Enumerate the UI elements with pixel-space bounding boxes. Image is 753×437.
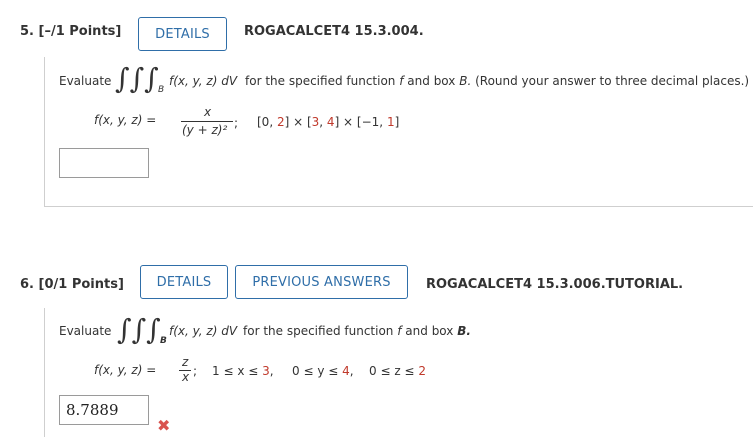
question-5-header: 5. [–/1 Points] DETAILS ROGACALCET4 15.3… <box>0 5 753 57</box>
q5-fraction-bar <box>181 121 233 122</box>
x-mark-icon: ✖ <box>157 416 171 435</box>
q6-function-lhs: f(x, y, z) = <box>94 363 157 377</box>
q6-details-button[interactable]: DETAILS <box>140 265 228 299</box>
q5-panel-bottom-border <box>44 206 753 207</box>
question-6-points: 6. [0/1 Points] <box>20 277 124 292</box>
q5-details-button[interactable]: DETAILS <box>138 17 227 51</box>
svg-text:B: B <box>160 336 167 346</box>
q6-range-y: 0 ≤ y ≤ 4, <box>292 364 354 378</box>
svg-text:∫∫∫: ∫∫∫ <box>115 62 159 95</box>
q5-semicolon: ; <box>234 116 239 130</box>
q5-fraction-denominator: (y + z)² <box>182 123 228 137</box>
triple-integral-symbol-q6: ∫∫∫ B <box>117 313 167 346</box>
q6-previous-answers-button[interactable]: PREVIOUS ANSWERS <box>235 265 408 299</box>
q5-answer-input[interactable] <box>59 148 149 178</box>
question-5-points: 5. [–/1 Points] <box>20 24 122 39</box>
q6-integrand: f(x, y, z) dV <box>169 324 238 338</box>
q5-function-lhs: f(x, y, z) = <box>94 113 157 127</box>
q6-instruction: for the specified function f and box B. <box>243 324 471 338</box>
question-6-panel: Evaluate ∫∫∫ B f(x, y, z) dV for the spe… <box>44 308 753 437</box>
svg-text:B: B <box>158 85 164 95</box>
svg-text:∫∫∫: ∫∫∫ <box>117 313 161 346</box>
triple-integral-symbol: ∫∫∫ B <box>115 62 164 95</box>
q6-fraction-numerator: z <box>182 355 189 369</box>
question-6-header: 6. [0/1 Points] DETAILS PREVIOUS ANSWERS… <box>0 257 753 309</box>
q5-instruction: for the specified function f and box B. … <box>245 74 750 88</box>
q5-problem-code: ROGACALCET4 15.3.004. <box>244 24 424 39</box>
q5-fraction-numerator: x <box>204 105 212 119</box>
q5-integrand: f(x, y, z) dV <box>169 74 238 88</box>
q6-semicolon: ; <box>193 364 198 378</box>
q6-range-x: 1 ≤ x ≤ 3, <box>212 364 274 378</box>
q5-evaluate-label: Evaluate <box>59 74 112 88</box>
q6-fraction-denominator: x <box>182 370 190 384</box>
q6-answer-input[interactable] <box>59 395 149 425</box>
question-5-panel: Evaluate ∫∫∫ B f(x, y, z) dV for the spe… <box>44 57 753 207</box>
q6-range-z: 0 ≤ z ≤ 2 <box>369 364 426 378</box>
q6-problem-code: ROGACALCET4 15.3.006.TUTORIAL. <box>426 277 684 292</box>
q6-evaluate-label: Evaluate <box>59 324 112 338</box>
q5-box-bounds: [0, 2] × [3, 4] × [−1, 1] <box>257 115 400 129</box>
